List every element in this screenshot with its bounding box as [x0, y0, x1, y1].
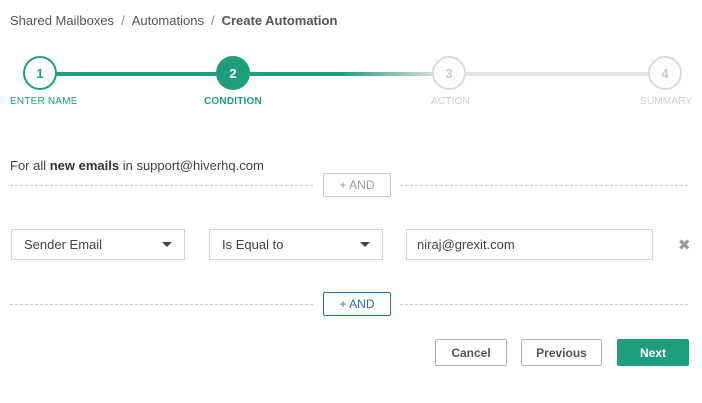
- close-icon[interactable]: ✖: [678, 236, 691, 254]
- breadcrumb-separator: /: [121, 13, 125, 28]
- step-4-circle: 4: [648, 56, 682, 90]
- stepper-track-transition: [340, 72, 440, 76]
- breadcrumb-shared-mailboxes[interactable]: Shared Mailboxes: [10, 13, 114, 28]
- condition-operator-value: Is Equal to: [222, 237, 284, 252]
- step-2-circle[interactable]: 2: [216, 56, 250, 90]
- next-button[interactable]: Next: [617, 339, 689, 366]
- intro-mailbox: in support@hiverhq.com: [119, 158, 264, 173]
- step-2-label: CONDITION: [204, 96, 262, 107]
- breadcrumb-separator: /: [210, 13, 215, 28]
- divider-dashed-left: [10, 304, 313, 305]
- step-1-label: ENTER NAME: [10, 96, 78, 107]
- previous-button[interactable]: Previous: [521, 339, 602, 366]
- stepper-track-complete: [40, 72, 340, 76]
- chevron-down-icon: [360, 242, 370, 247]
- divider-dashed-right: [400, 304, 688, 305]
- divider-dashed-left: [10, 185, 313, 186]
- condition-operator-select[interactable]: Is Equal to: [209, 229, 383, 260]
- condition-field-value: Sender Email: [24, 237, 103, 252]
- breadcrumb: Shared Mailboxes / Automations / Create Auto…: [10, 13, 337, 28]
- add-and-condition-top-button[interactable]: + AND: [323, 173, 391, 197]
- step-1-circle[interactable]: 1: [23, 56, 57, 90]
- add-and-condition-button[interactable]: + AND: [323, 292, 391, 316]
- cancel-button[interactable]: Cancel: [435, 339, 507, 366]
- condition-value-input[interactable]: [406, 229, 653, 260]
- stepper-track-pending: [440, 72, 665, 76]
- condition-field-select[interactable]: Sender Email: [11, 229, 185, 260]
- breadcrumb-automations[interactable]: Automations: [132, 13, 204, 28]
- step-4-label: SUMMARY: [640, 96, 693, 107]
- intro-prefix: For all: [10, 158, 50, 173]
- divider-dashed-right: [400, 185, 688, 186]
- step-3-label: ACTION: [431, 96, 470, 107]
- intro-emphasis: new emails: [49, 158, 120, 173]
- wizard-stepper: 1 2 3 4 ENTER NAME CONDITION ACTION SUMM…: [0, 56, 702, 116]
- step-3-circle: 3: [432, 56, 466, 90]
- chevron-down-icon: [162, 242, 172, 247]
- breadcrumb-current: Create Automation: [221, 13, 338, 28]
- condition-intro-text: For all new emails in support@hiverhq.co…: [10, 158, 264, 173]
